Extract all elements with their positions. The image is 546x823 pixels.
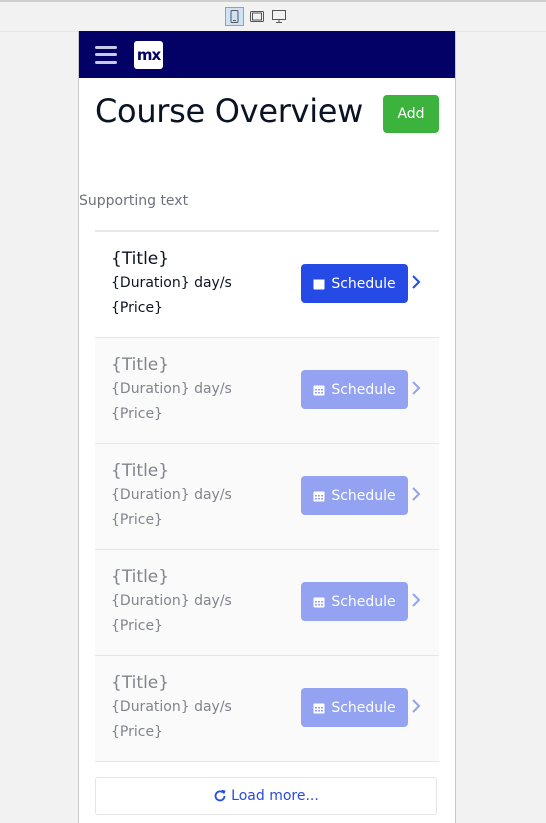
top-navbar: mx xyxy=(79,31,455,78)
course-duration: {Duration} day/s xyxy=(111,275,232,291)
phone-view-button[interactable] xyxy=(225,6,244,26)
course-list-item[interactable]: {Title} {Duration} day/s {Price} Schedul… xyxy=(95,232,439,338)
course-title: {Title} xyxy=(111,249,170,269)
course-title: {Title} xyxy=(111,355,170,375)
chevron-right-icon xyxy=(412,487,421,501)
calendar-icon xyxy=(313,703,325,713)
add-button[interactable]: Add xyxy=(383,95,439,133)
chevron-right-icon xyxy=(412,275,421,289)
course-list: {Title} {Duration} day/s {Price} Schedul… xyxy=(95,230,439,762)
desktop-view-button[interactable] xyxy=(269,7,288,26)
schedule-button[interactable]: Schedule xyxy=(301,370,408,409)
tablet-view-button[interactable] xyxy=(247,7,266,26)
chevron-right-icon xyxy=(412,593,421,607)
page-header: Course Overview Add xyxy=(95,78,439,184)
course-price: {Price} xyxy=(111,618,163,634)
schedule-button-label: Schedule xyxy=(331,381,396,398)
hamburger-menu-icon[interactable] xyxy=(95,45,117,64)
calendar-icon xyxy=(313,279,325,289)
course-title: {Title} xyxy=(111,461,170,481)
schedule-button[interactable]: Schedule xyxy=(301,264,408,303)
page-title: Course Overview xyxy=(95,92,364,130)
phone-preview: mx Course Overview Add Supporting text {… xyxy=(78,31,456,823)
refresh-icon xyxy=(214,789,226,802)
preview-toolbar xyxy=(0,0,546,32)
course-duration: {Duration} day/s xyxy=(111,593,232,609)
course-list-item[interactable]: {Title} {Duration} day/s {Price} Schedul… xyxy=(95,444,439,550)
load-more-button[interactable]: Load more... xyxy=(95,777,437,815)
schedule-button[interactable]: Schedule xyxy=(301,582,408,621)
schedule-button-label: Schedule xyxy=(331,487,396,504)
page-content: Course Overview Add Supporting text {Tit… xyxy=(79,78,455,815)
schedule-button-label: Schedule xyxy=(331,593,396,610)
course-list-item[interactable]: {Title} {Duration} day/s {Price} Schedul… xyxy=(95,656,439,762)
schedule-button-label: Schedule xyxy=(331,275,396,292)
schedule-button-label: Schedule xyxy=(331,699,396,716)
course-price: {Price} xyxy=(111,512,163,528)
tablet-icon xyxy=(249,10,264,22)
course-title: {Title} xyxy=(111,567,170,587)
calendar-icon xyxy=(313,491,325,501)
course-duration: {Duration} day/s xyxy=(111,487,232,503)
course-list-item[interactable]: {Title} {Duration} day/s {Price} Schedul… xyxy=(95,550,439,656)
mx-logo[interactable]: mx xyxy=(134,40,163,69)
course-duration: {Duration} day/s xyxy=(111,699,232,715)
calendar-icon xyxy=(313,597,325,607)
calendar-icon xyxy=(313,385,325,395)
chevron-right-icon xyxy=(412,699,421,713)
chevron-right-icon xyxy=(412,381,421,395)
course-title: {Title} xyxy=(111,673,170,693)
desktop-icon xyxy=(271,9,286,23)
schedule-button[interactable]: Schedule xyxy=(301,688,408,727)
course-price: {Price} xyxy=(111,724,163,740)
course-price: {Price} xyxy=(111,300,163,316)
course-list-item[interactable]: {Title} {Duration} day/s {Price} Schedul… xyxy=(95,338,439,444)
device-switch xyxy=(225,6,288,26)
schedule-button[interactable]: Schedule xyxy=(301,476,408,515)
load-more-label: Load more... xyxy=(231,788,319,804)
course-duration: {Duration} day/s xyxy=(111,381,232,397)
phone-icon xyxy=(230,9,239,23)
course-price: {Price} xyxy=(111,406,163,422)
supporting-text: Supporting text xyxy=(79,193,189,209)
